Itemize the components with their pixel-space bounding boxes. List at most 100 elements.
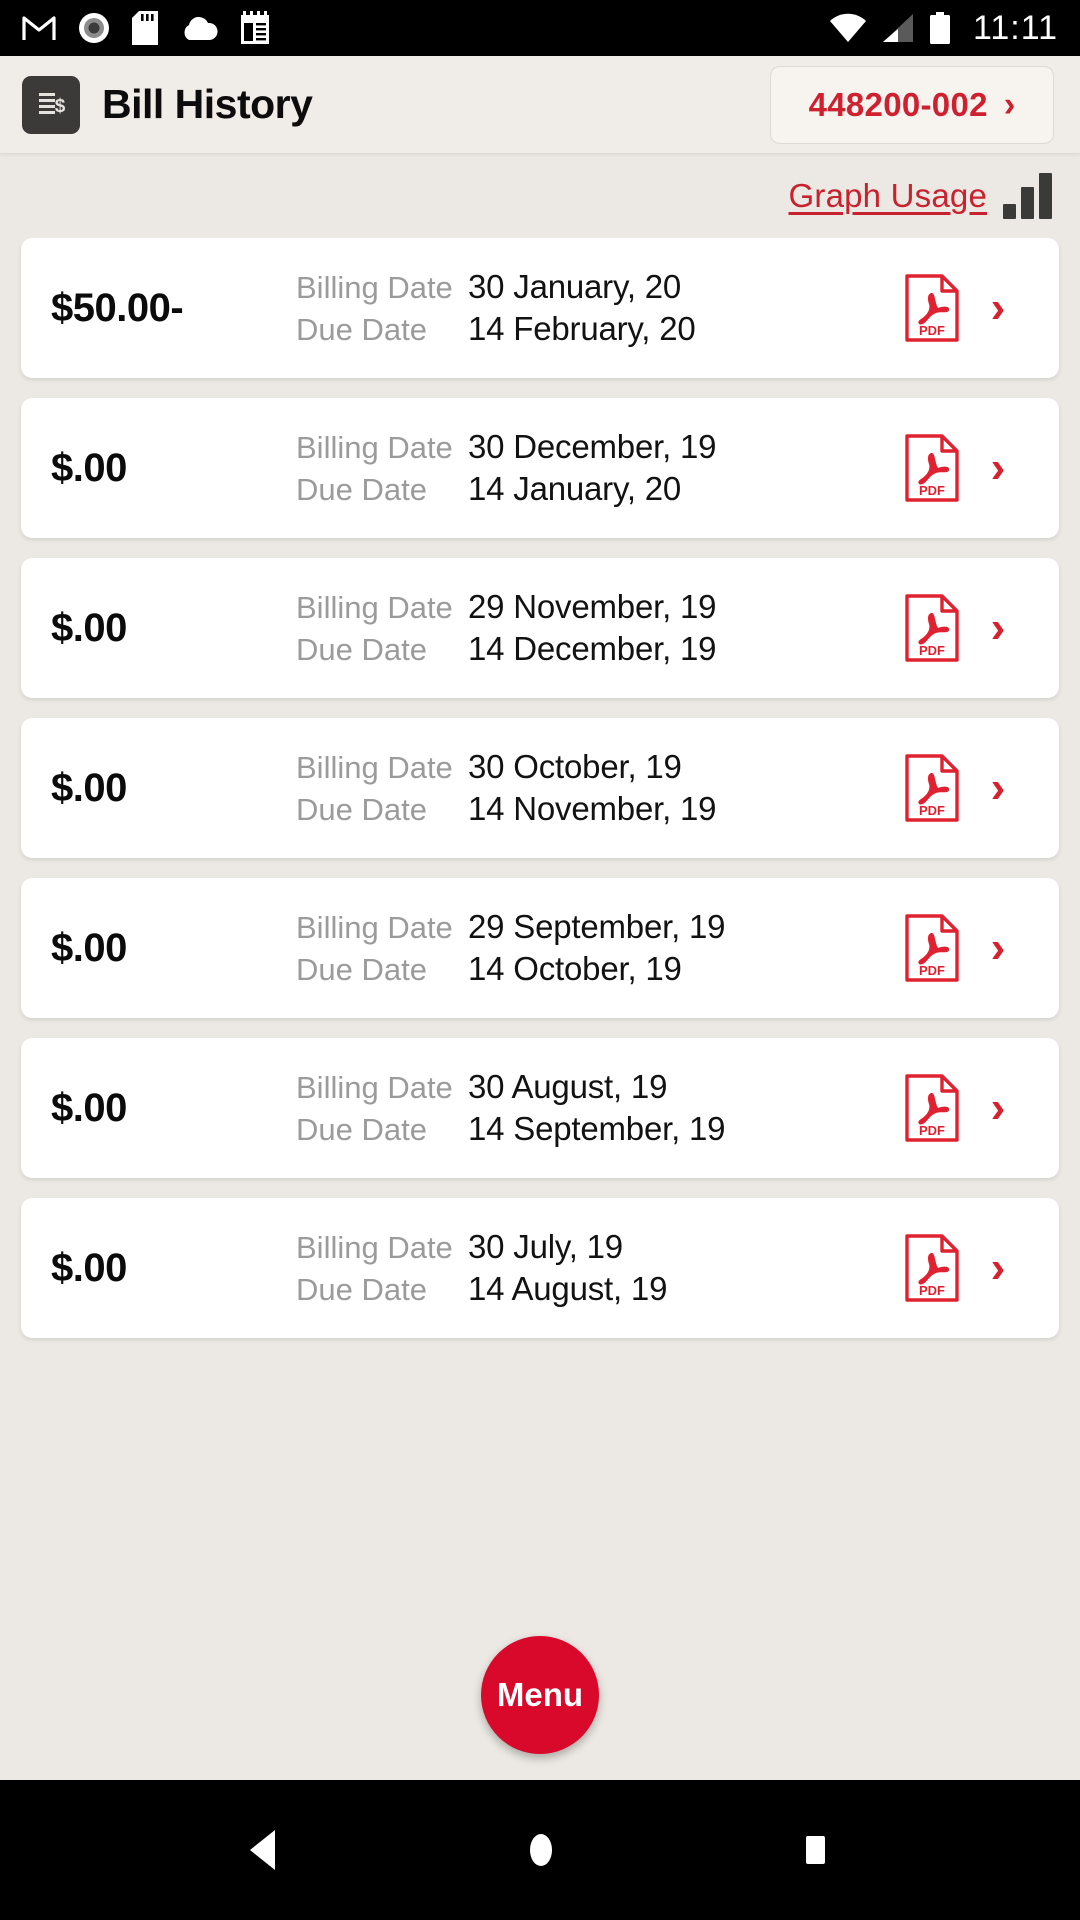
pdf-download-button[interactable]: PDF bbox=[901, 1233, 963, 1303]
chevron-right-icon: › bbox=[990, 283, 1006, 332]
billing-date-value: 30 July, 19 bbox=[468, 1228, 623, 1265]
recents-icon[interactable] bbox=[795, 1827, 835, 1873]
battery-icon bbox=[929, 12, 950, 44]
billing-date-label: Billing Date bbox=[296, 270, 453, 305]
cell-signal-icon bbox=[882, 14, 913, 42]
svg-text:PDF: PDF bbox=[919, 1283, 945, 1298]
bill-document-icon: $ bbox=[22, 75, 80, 134]
billing-date-value: 30 January, 20 bbox=[468, 268, 682, 305]
account-selector-button[interactable]: 448200-002 › bbox=[770, 65, 1054, 144]
due-date-label: Due Date bbox=[296, 472, 427, 507]
bill-card[interactable]: $.00 Billing Date 30 August, 19 Due Date 14 … bbox=[21, 1038, 1059, 1178]
due-date-row: Due Date 14 August, 19 bbox=[296, 1270, 901, 1308]
graph-usage-link[interactable]: Graph Usage bbox=[789, 177, 987, 215]
due-date-value: 14 September, 19 bbox=[468, 1110, 726, 1147]
account-number: 448200-002 bbox=[808, 85, 988, 123]
bill-card[interactable]: $.00 Billing Date 30 December, 19 Due Date 1… bbox=[21, 398, 1059, 538]
billing-date-value: 30 December, 19 bbox=[468, 428, 717, 465]
billing-date-row: Billing Date 30 October, 19 bbox=[296, 748, 901, 786]
calendar-icon bbox=[241, 11, 269, 44]
chevron-right-icon: › bbox=[990, 763, 1006, 812]
billing-date-row: Billing Date 30 January, 20 bbox=[296, 268, 901, 306]
menu-fab-label: Menu bbox=[496, 1676, 584, 1713]
due-date-value: 14 November, 19 bbox=[468, 790, 717, 827]
bill-detail-button[interactable]: › bbox=[963, 766, 1033, 810]
bill-amount: $.00 bbox=[51, 1245, 127, 1290]
phone-screen: 11:11 $ Bill History 448200-002 › Graph … bbox=[0, 0, 1080, 1920]
chevron-right-icon: › bbox=[990, 1083, 1006, 1132]
svg-text:PDF: PDF bbox=[919, 1123, 945, 1138]
billing-date-row: Billing Date 30 August, 19 bbox=[296, 1068, 901, 1106]
sd-card-icon bbox=[132, 11, 158, 45]
bill-card[interactable]: $.00 Billing Date 29 November, 19 Due Date 1… bbox=[21, 558, 1059, 698]
billing-date-row: Billing Date 30 December, 19 bbox=[296, 428, 901, 466]
bill-card[interactable]: $.00 Billing Date 30 July, 19 Due Date 14 Au… bbox=[21, 1198, 1059, 1338]
svg-text:PDF: PDF bbox=[919, 803, 945, 818]
record-icon bbox=[79, 13, 109, 43]
cloud-icon bbox=[184, 16, 218, 40]
billing-date-value: 30 August, 19 bbox=[468, 1068, 668, 1105]
bill-dates: Billing Date 30 August, 19 Due Date 14 Sept… bbox=[296, 1068, 901, 1148]
bill-dates: Billing Date 30 July, 19 Due Date 14 August… bbox=[296, 1228, 901, 1308]
billing-date-label: Billing Date bbox=[296, 1230, 453, 1265]
bill-dates: Billing Date 30 December, 19 Due Date 14 Ja… bbox=[296, 428, 901, 508]
bill-amount: $.00 bbox=[51, 765, 127, 810]
billing-date-value: 30 October, 19 bbox=[468, 748, 682, 785]
bill-detail-button[interactable]: › bbox=[963, 446, 1033, 490]
bill-detail-button[interactable]: › bbox=[963, 606, 1033, 650]
bill-amount: $.00 bbox=[51, 925, 127, 970]
pdf-download-button[interactable]: PDF bbox=[901, 913, 963, 983]
home-icon[interactable] bbox=[518, 1827, 564, 1873]
due-date-label: Due Date bbox=[296, 1112, 427, 1147]
status-bar-right-icons: 11:11 bbox=[829, 9, 1058, 48]
chevron-right-icon: › bbox=[990, 923, 1006, 972]
svg-text:PDF: PDF bbox=[919, 323, 945, 338]
chevron-right-icon: › bbox=[990, 1243, 1006, 1292]
bill-dates: Billing Date 30 January, 20 Due Date 14 Feb… bbox=[296, 268, 901, 348]
menu-fab-button[interactable]: Menu bbox=[481, 1636, 599, 1754]
bill-dates: Billing Date 29 September, 19 Due Date 14 O… bbox=[296, 908, 901, 988]
page-title: Bill History bbox=[102, 81, 313, 127]
pdf-download-button[interactable]: PDF bbox=[901, 593, 963, 663]
bill-card[interactable]: $50.00- Billing Date 30 January, 20 Due Dat… bbox=[21, 238, 1059, 378]
pdf-download-button[interactable]: PDF bbox=[901, 273, 963, 343]
pdf-download-button[interactable]: PDF bbox=[901, 1073, 963, 1143]
bill-detail-button[interactable]: › bbox=[963, 1086, 1033, 1130]
bill-dates: Billing Date 29 November, 19 Due Date 14 De… bbox=[296, 588, 901, 668]
svg-text:$: $ bbox=[55, 96, 66, 117]
bill-detail-button[interactable]: › bbox=[963, 286, 1033, 330]
due-date-row: Due Date 14 September, 19 bbox=[296, 1110, 901, 1148]
due-date-label: Due Date bbox=[296, 952, 427, 987]
due-date-value: 14 February, 20 bbox=[468, 310, 696, 347]
status-bar: 11:11 bbox=[0, 0, 1080, 56]
due-date-label: Due Date bbox=[296, 1272, 427, 1307]
clock: 11:11 bbox=[972, 8, 1058, 47]
pdf-download-button[interactable]: PDF bbox=[901, 433, 963, 503]
back-icon[interactable] bbox=[245, 1827, 287, 1873]
status-bar-left-icons bbox=[22, 11, 270, 45]
bill-history-list[interactable]: $50.00- Billing Date 30 January, 20 Due Dat… bbox=[0, 238, 1080, 1630]
pdf-download-button[interactable]: PDF bbox=[901, 753, 963, 823]
bill-detail-button[interactable]: › bbox=[963, 1246, 1033, 1290]
due-date-row: Due Date 14 January, 20 bbox=[296, 470, 901, 508]
billing-date-label: Billing Date bbox=[296, 1070, 453, 1105]
billing-date-label: Billing Date bbox=[296, 750, 453, 785]
billing-date-value: 29 November, 19 bbox=[468, 588, 717, 625]
due-date-row: Due Date 14 December, 19 bbox=[296, 630, 901, 668]
billing-date-row: Billing Date 30 July, 19 bbox=[296, 1228, 901, 1266]
due-date-value: 14 January, 20 bbox=[468, 470, 682, 507]
due-date-label: Due Date bbox=[296, 792, 427, 827]
due-date-label: Due Date bbox=[296, 632, 427, 667]
chevron-right-icon: › bbox=[990, 603, 1006, 652]
due-date-row: Due Date 14 November, 19 bbox=[296, 790, 901, 828]
wifi-icon bbox=[829, 13, 866, 43]
bar-chart-icon[interactable] bbox=[1003, 173, 1052, 219]
billing-date-row: Billing Date 29 November, 19 bbox=[296, 588, 901, 626]
billing-date-row: Billing Date 29 September, 19 bbox=[296, 908, 901, 946]
bill-card[interactable]: $.00 Billing Date 30 October, 19 Due Date 14… bbox=[21, 718, 1059, 858]
bill-card[interactable]: $.00 Billing Date 29 September, 19 Due Date… bbox=[21, 878, 1059, 1018]
bill-detail-button[interactable]: › bbox=[963, 926, 1033, 970]
fab-area: Menu bbox=[0, 1630, 1080, 1780]
svg-text:PDF: PDF bbox=[919, 963, 945, 978]
android-nav-bar bbox=[0, 1780, 1080, 1920]
